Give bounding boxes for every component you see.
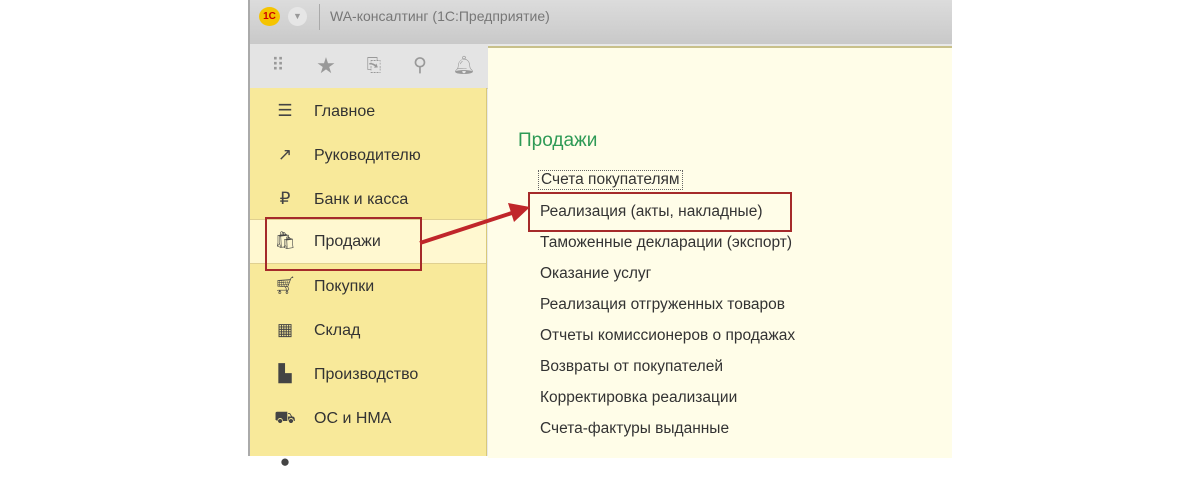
arrow-annotation bbox=[419, 203, 530, 245]
arrow-head bbox=[508, 203, 530, 222]
arrow-line bbox=[419, 210, 516, 245]
